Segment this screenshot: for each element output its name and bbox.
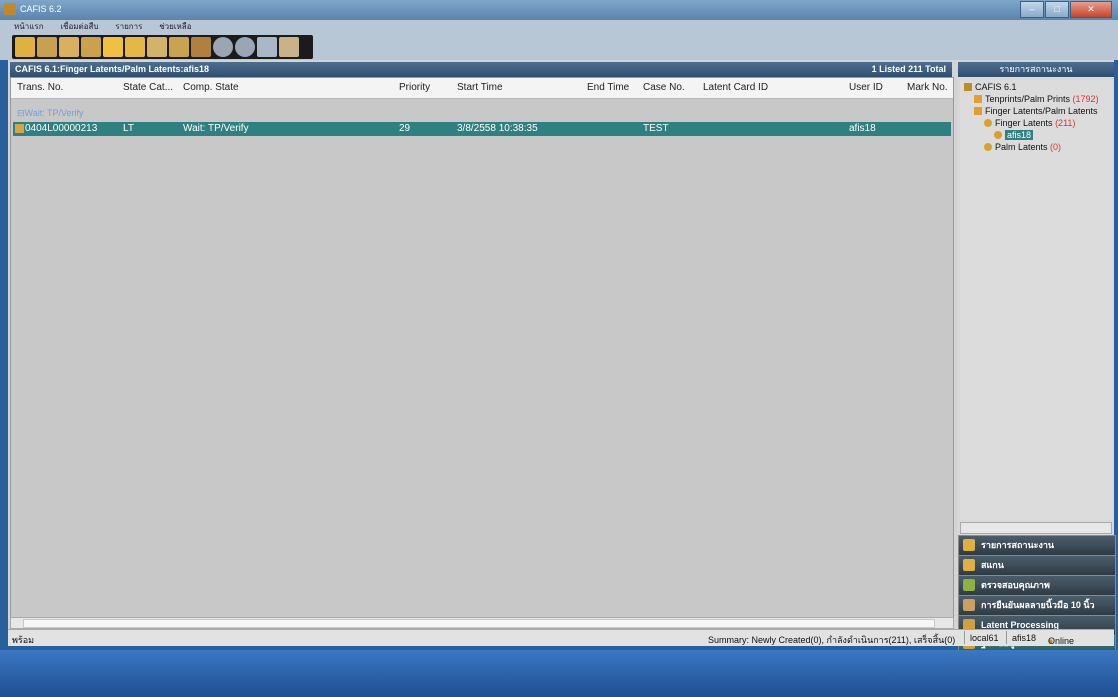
maximize-button[interactable]: □: [1045, 1, 1069, 18]
menu-bar: หน้าแรก เชื่อมต่อสืบ รายการ ช่วยเหลือ: [0, 20, 1118, 34]
verify-icon: [963, 599, 975, 611]
app-icon: [4, 3, 16, 15]
binoculars-icon[interactable]: [125, 37, 145, 57]
cell-priority: 29: [399, 123, 411, 134]
col-end-time[interactable]: End Time: [587, 82, 629, 93]
status-separator: [964, 631, 965, 644]
magnify-icon[interactable]: [257, 37, 277, 57]
minimize-button[interactable]: –: [1020, 1, 1044, 18]
print-icon[interactable]: [37, 37, 57, 57]
texture-icon[interactable]: [191, 37, 211, 57]
tree-finger-palm-latents[interactable]: Finger Latents/Palm Latents: [974, 106, 1098, 116]
scroll-thumb[interactable]: [23, 619, 935, 628]
col-comp-state[interactable]: Comp. State: [183, 82, 239, 93]
menu-list[interactable]: รายการ: [115, 20, 142, 34]
status-separator: [1006, 631, 1007, 644]
col-user-id[interactable]: User ID: [849, 82, 883, 93]
status-bar: พร้อม Summary: Newly Created(0), กำลังดำ…: [8, 629, 1114, 646]
cell-user-id: afis18: [849, 123, 876, 134]
hand-icon[interactable]: [59, 37, 79, 57]
window-controls: – □ ✕: [1019, 1, 1112, 18]
folder-icon: [974, 95, 982, 103]
job-grid: Trans. No. State Cat... Comp. State Prio…: [10, 77, 954, 619]
nav-tenprint-verify[interactable]: การยืนยันผลลายนิ้วมือ 10 นิ้ว: [958, 595, 1116, 616]
open-icon[interactable]: [15, 37, 35, 57]
windows-taskbar: [0, 650, 1118, 697]
forward-icon[interactable]: [235, 37, 255, 57]
card-icon[interactable]: [169, 37, 189, 57]
binoculars2-icon[interactable]: [147, 37, 167, 57]
hand2-icon[interactable]: [279, 37, 299, 57]
folder-icon: [974, 107, 982, 115]
record-icon: [15, 124, 24, 133]
main-panel-header: CAFIS 6.1:Finger Latents/Palm Latents:af…: [10, 62, 952, 77]
menu-home[interactable]: หน้าแรก: [14, 20, 44, 34]
tree-tenprints[interactable]: Tenprints/Palm Prints (1792): [974, 94, 1099, 104]
cell-trans-no: 0404L00000213: [25, 123, 98, 134]
window-title: CAFIS 6.2: [20, 4, 62, 14]
status-ready: พร้อม: [12, 635, 35, 645]
col-state-cat[interactable]: State Cat...: [123, 82, 173, 93]
col-trans-no[interactable]: Trans. No.: [17, 82, 63, 93]
toolbar: [12, 35, 313, 59]
col-priority[interactable]: Priority: [399, 82, 430, 93]
title-bar: CAFIS 6.2 – □ ✕: [0, 0, 1118, 20]
col-latent-card-id[interactable]: Latent Card ID: [703, 82, 768, 93]
scan-icon: [963, 559, 975, 571]
main-panel-title: CAFIS 6.1:Finger Latents/Palm Latents:af…: [15, 64, 210, 74]
col-case-no[interactable]: Case No.: [643, 82, 685, 93]
menu-help[interactable]: ช่วยเหลือ: [159, 20, 191, 34]
nav-scan[interactable]: สแกน: [958, 555, 1116, 576]
col-start-time[interactable]: Start Time: [457, 82, 503, 93]
cell-start-time: 3/8/2558 10:38:35: [457, 123, 538, 134]
table-row[interactable]: 0404L00000213 LT Wait: TP/Verify 29 3/8/…: [13, 122, 951, 136]
column-header: Trans. No. State Cat... Comp. State Prio…: [11, 78, 953, 99]
list-icon: [963, 539, 975, 551]
menu-connect[interactable]: เชื่อมต่อสืบ: [60, 20, 98, 34]
group-label[interactable]: ⊟Wait: TP/Verify: [17, 108, 84, 119]
filter-icon: [984, 143, 992, 151]
close-x-icon[interactable]: [103, 37, 123, 57]
status-tree: CAFIS 6.1 Tenprints/Palm Prints (1792) F…: [960, 80, 1112, 520]
quality-icon: [963, 579, 975, 591]
cell-state-cat: LT: [123, 123, 134, 134]
horizontal-scrollbar[interactable]: [10, 617, 954, 629]
tree-finger-latents[interactable]: Finger Latents (211): [984, 118, 1075, 128]
sidebar-title: รายการสถานะงาน: [958, 62, 1114, 77]
cafis-icon: [964, 83, 972, 91]
nav-status-list[interactable]: รายการสถานะงาน: [958, 535, 1116, 556]
tree-root[interactable]: CAFIS 6.1: [964, 82, 1017, 92]
cell-comp-state: Wait: TP/Verify: [183, 123, 249, 134]
tree-palm-latents[interactable]: Palm Latents (0): [984, 142, 1061, 152]
back-icon[interactable]: [213, 37, 233, 57]
status-user: afis18: [1012, 633, 1037, 643]
status-server: local61: [970, 633, 999, 643]
listed-count: 1 Listed 211 Total: [871, 64, 946, 74]
filter-icon: [994, 131, 1002, 139]
filter-icon: [984, 119, 992, 127]
nav-quality-check[interactable]: ตรวจสอบคุณภาพ: [958, 575, 1116, 596]
fingerprint-icon[interactable]: [81, 37, 101, 57]
col-mark-no[interactable]: Mark No.: [907, 82, 948, 93]
cell-case-no: TEST: [643, 123, 669, 134]
status-summary: Summary: Newly Created(0), กำลังดำเนินกา…: [708, 635, 956, 645]
tree-user-afis18[interactable]: afis18: [994, 130, 1034, 140]
close-button[interactable]: ✕: [1070, 1, 1112, 18]
sidebar-scrollbar[interactable]: [960, 522, 1112, 534]
sidebar: รายการสถานะงาน CAFIS 6.1 Tenprints/Palm …: [958, 62, 1116, 651]
